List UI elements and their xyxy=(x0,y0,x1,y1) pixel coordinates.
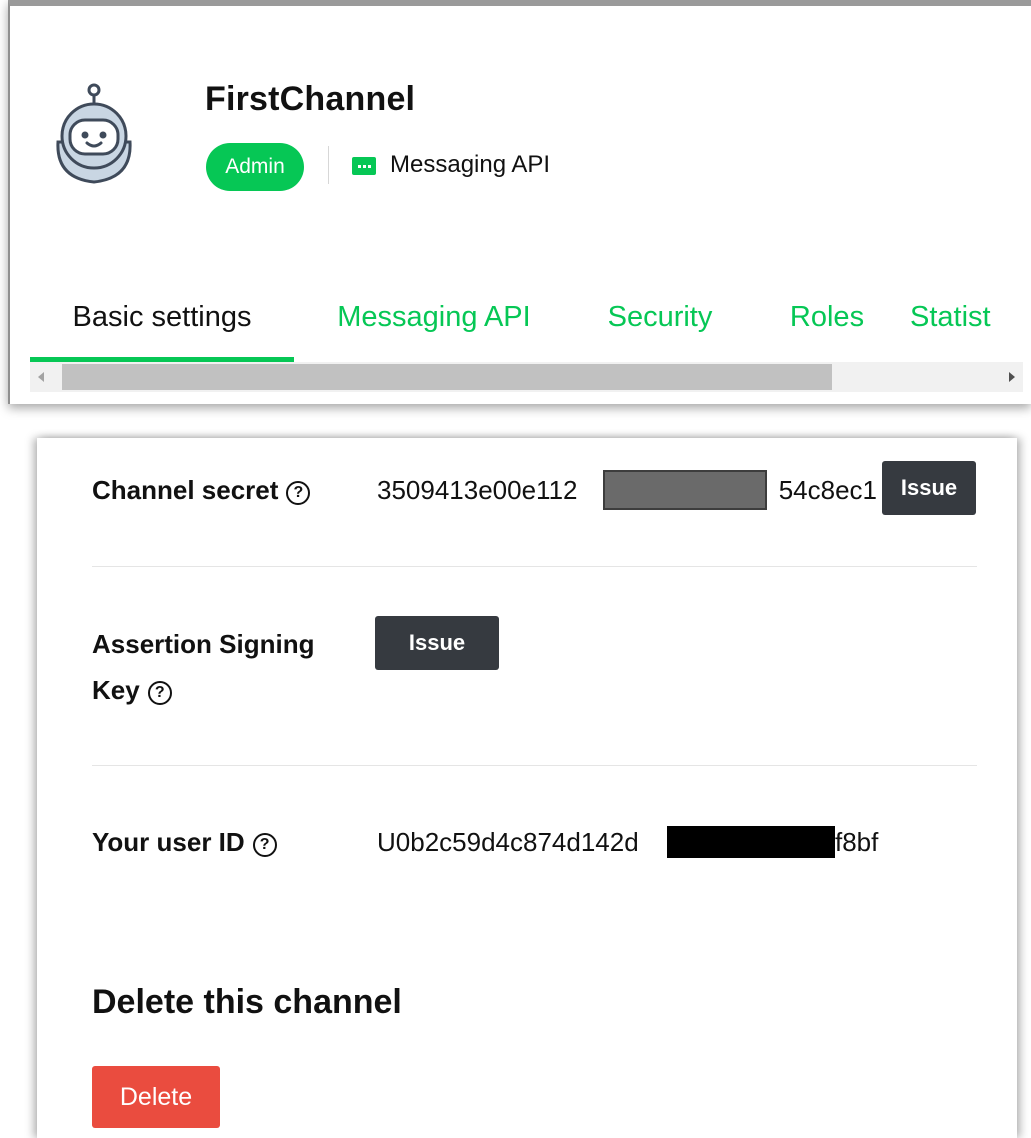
user-id-value-prefix: U0b2c59d4c874d142d xyxy=(377,827,639,857)
tab-statistics[interactable]: Statist xyxy=(910,294,1031,358)
scroll-left-arrow-icon[interactable] xyxy=(38,372,44,382)
row-divider xyxy=(92,765,977,766)
tab-messaging-api[interactable]: Messaging API xyxy=(324,294,544,358)
assertion-key-label: Assertion Signing Key? xyxy=(92,624,314,710)
robot-avatar-icon xyxy=(56,83,132,184)
redaction-block xyxy=(603,470,767,510)
tab-roles[interactable]: Roles xyxy=(775,294,879,358)
assertion-key-label-line1: Assertion Signing xyxy=(92,629,315,659)
assertion-key-label-line2: Key xyxy=(92,675,140,705)
channel-secret-issue-button[interactable]: Issue xyxy=(882,461,976,515)
redaction-block xyxy=(667,826,835,858)
user-id-label-text: Your user ID xyxy=(92,827,245,857)
user-id-label: Your user ID? xyxy=(92,822,277,862)
basic-settings-panel: Channel secret? 3509413e00e112 54c8ec1 I… xyxy=(37,438,1017,1138)
settings-tabs: Basic settings Messaging API Security Ro… xyxy=(30,294,1031,362)
row-divider xyxy=(92,566,977,567)
tab-security[interactable]: Security xyxy=(575,294,745,358)
delete-channel-button[interactable]: Delete xyxy=(92,1066,220,1128)
tab-basic-settings[interactable]: Basic settings xyxy=(30,294,294,358)
header-divider xyxy=(328,146,329,184)
chat-bubble-icon xyxy=(352,157,376,175)
delete-section-title: Delete this channel xyxy=(92,983,402,1021)
scroll-right-arrow-icon[interactable] xyxy=(1009,372,1015,382)
assertion-key-issue-button[interactable]: Issue xyxy=(375,616,499,670)
role-badge: Admin xyxy=(206,143,304,191)
channel-secret-value-prefix: 3509413e00e112 xyxy=(377,475,578,505)
channel-secret-value-suffix: 54c8ec1 xyxy=(778,475,877,505)
user-id-value-suffix: f8bf xyxy=(835,827,879,857)
question-circle-icon[interactable]: ? xyxy=(252,833,277,857)
channel-secret-label-text: Channel secret xyxy=(92,475,279,505)
channel-secret-label: Channel secret? xyxy=(92,470,311,510)
scrollbar-thumb[interactable] xyxy=(62,364,832,390)
tabs-horizontal-scrollbar[interactable] xyxy=(30,362,1023,392)
channel-name: FirstChannel xyxy=(205,80,416,118)
channel-type-label: Messaging API xyxy=(390,151,551,178)
question-circle-icon[interactable]: ? xyxy=(147,681,172,705)
question-circle-icon[interactable]: ? xyxy=(286,481,311,505)
channel-header-panel: FirstChannel Admin Messaging API Basic s… xyxy=(8,0,1031,404)
